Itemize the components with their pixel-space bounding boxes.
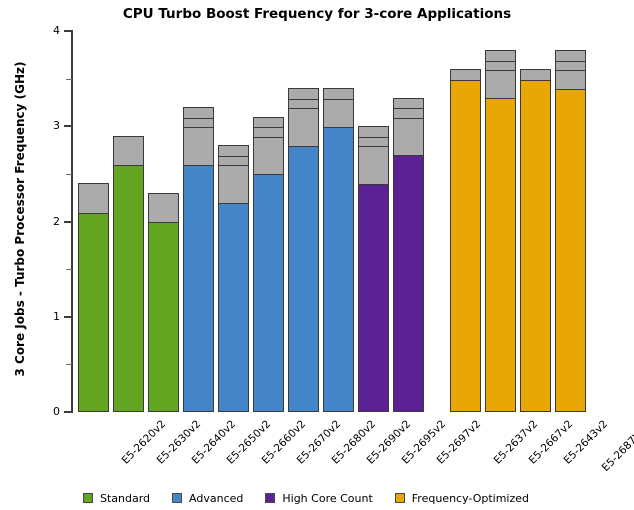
bar-step-segment bbox=[394, 108, 423, 118]
bar-e5-2643v2[interactable] bbox=[520, 69, 551, 412]
bar-e5-2640v2[interactable] bbox=[148, 192, 179, 412]
bar-step-segment bbox=[254, 136, 283, 175]
legend-item-standard[interactable]: Standard bbox=[82, 491, 151, 505]
bar-step-segment bbox=[289, 98, 318, 109]
bar-step-segment bbox=[324, 89, 353, 99]
bar-base-segment bbox=[254, 174, 283, 411]
bar-e5-2637v2[interactable] bbox=[450, 69, 481, 412]
bar-base-segment bbox=[486, 98, 515, 411]
bar-step-segment bbox=[324, 98, 353, 127]
bar-step-segment bbox=[486, 70, 515, 99]
bar-step-segment bbox=[184, 127, 213, 165]
bar-e5-2650v2[interactable] bbox=[183, 107, 214, 412]
y-axis-tick-label: 1 bbox=[53, 309, 60, 323]
bar-base-segment bbox=[394, 155, 423, 411]
legend-swatch-icon bbox=[265, 493, 276, 503]
y-axis-tick-label: 4 bbox=[53, 24, 60, 37]
bar-base-segment bbox=[149, 222, 178, 411]
bar-e5-2630v2[interactable] bbox=[113, 135, 144, 412]
bar-e5-2697v2[interactable] bbox=[393, 97, 424, 412]
chart-legend: Standard Advanced High Core Count Frequency… bbox=[0, 488, 634, 508]
bar-step-segment bbox=[486, 51, 515, 61]
bar-step-segment bbox=[184, 108, 213, 118]
bar-e5-2695v2[interactable] bbox=[358, 126, 389, 412]
y-axis-tick-label: 2 bbox=[53, 214, 60, 228]
y-axis-tick bbox=[64, 125, 72, 128]
bar-step-segment bbox=[359, 146, 388, 184]
bar-step-segment bbox=[289, 108, 318, 146]
y-axis-tick bbox=[64, 315, 72, 318]
bar-step-segment bbox=[254, 127, 283, 137]
bar-e5-2670v2[interactable] bbox=[253, 116, 284, 412]
bar-e5-2687wv2[interactable] bbox=[555, 50, 586, 412]
legend-label: Standard bbox=[99, 491, 151, 505]
bar-base-segment bbox=[289, 145, 318, 411]
legend-swatch-icon bbox=[172, 493, 183, 503]
bar-step-segment bbox=[219, 165, 248, 204]
bar-step-segment bbox=[79, 184, 108, 213]
bar-step-segment bbox=[219, 155, 248, 166]
bar-step-segment bbox=[556, 60, 585, 70]
bar-base-segment bbox=[324, 127, 353, 411]
y-axis-tick-label: 3 bbox=[53, 119, 60, 133]
legend-swatch-icon bbox=[394, 493, 405, 503]
bar-step-segment bbox=[359, 127, 388, 137]
bar-base-segment bbox=[556, 88, 585, 411]
bar-base-segment bbox=[79, 212, 108, 411]
bar-e5-2680v2[interactable] bbox=[288, 88, 319, 412]
bar-base-segment bbox=[219, 203, 248, 411]
legend-label: Advanced bbox=[189, 491, 244, 505]
y-axis-tick bbox=[64, 411, 72, 413]
bar-base-segment bbox=[451, 79, 480, 411]
bar-step-segment bbox=[219, 146, 248, 156]
bar-e5-2660v2[interactable] bbox=[218, 145, 249, 412]
bar-step-segment bbox=[289, 89, 318, 99]
bar-step-segment bbox=[556, 51, 585, 61]
x-axis-tick-labels: E5-2620v2 E5-2630v2 E5-2640v2 E5-2650v2 E5-2… bbox=[0, 418, 634, 488]
legend-item-frequency-optimized[interactable]: Frequency-Optimized bbox=[394, 491, 529, 505]
bar-base-segment bbox=[184, 164, 213, 411]
legend-label: Frequency-Optimized bbox=[411, 491, 529, 505]
bar-step-segment bbox=[114, 136, 143, 166]
chart-title: CPU Turbo Boost Frequency for 3-core App… bbox=[122, 6, 512, 22]
bar-step-segment bbox=[184, 117, 213, 128]
legend-label: High Core Count bbox=[282, 491, 373, 505]
bar-step-segment bbox=[451, 70, 480, 80]
bar-step-segment bbox=[359, 136, 388, 147]
bar-step-segment bbox=[521, 70, 550, 80]
bar-step-segment bbox=[486, 60, 515, 70]
bar-base-segment bbox=[114, 165, 143, 411]
bar-step-segment bbox=[394, 98, 423, 109]
bar-step-segment bbox=[254, 117, 283, 128]
legend-swatch-icon bbox=[82, 493, 93, 503]
legend-item-high-core-count[interactable]: High Core Count bbox=[265, 491, 373, 505]
bar-e5-2667v2[interactable] bbox=[485, 50, 516, 412]
y-axis-tick-label: 0 bbox=[53, 405, 60, 418]
plot-area bbox=[72, 31, 628, 412]
bar-base-segment bbox=[359, 183, 388, 411]
bar-base-segment bbox=[521, 79, 550, 411]
y-axis-title: 3 Core Jobs - Turbo Processor Frequency … bbox=[13, 61, 27, 377]
bar-step-segment bbox=[394, 117, 423, 156]
legend-item-advanced[interactable]: Advanced bbox=[172, 492, 243, 505]
bar-step-segment bbox=[149, 193, 178, 223]
y-axis-tick bbox=[64, 220, 72, 223]
bar-e5-2690v2[interactable] bbox=[323, 88, 354, 412]
bar-e5-2620v2[interactable] bbox=[78, 183, 109, 412]
bar-step-segment bbox=[556, 69, 585, 89]
chart-container: CPU Turbo Boost Frequency for 3-core App… bbox=[0, 0, 634, 510]
y-axis-tick bbox=[64, 30, 72, 32]
